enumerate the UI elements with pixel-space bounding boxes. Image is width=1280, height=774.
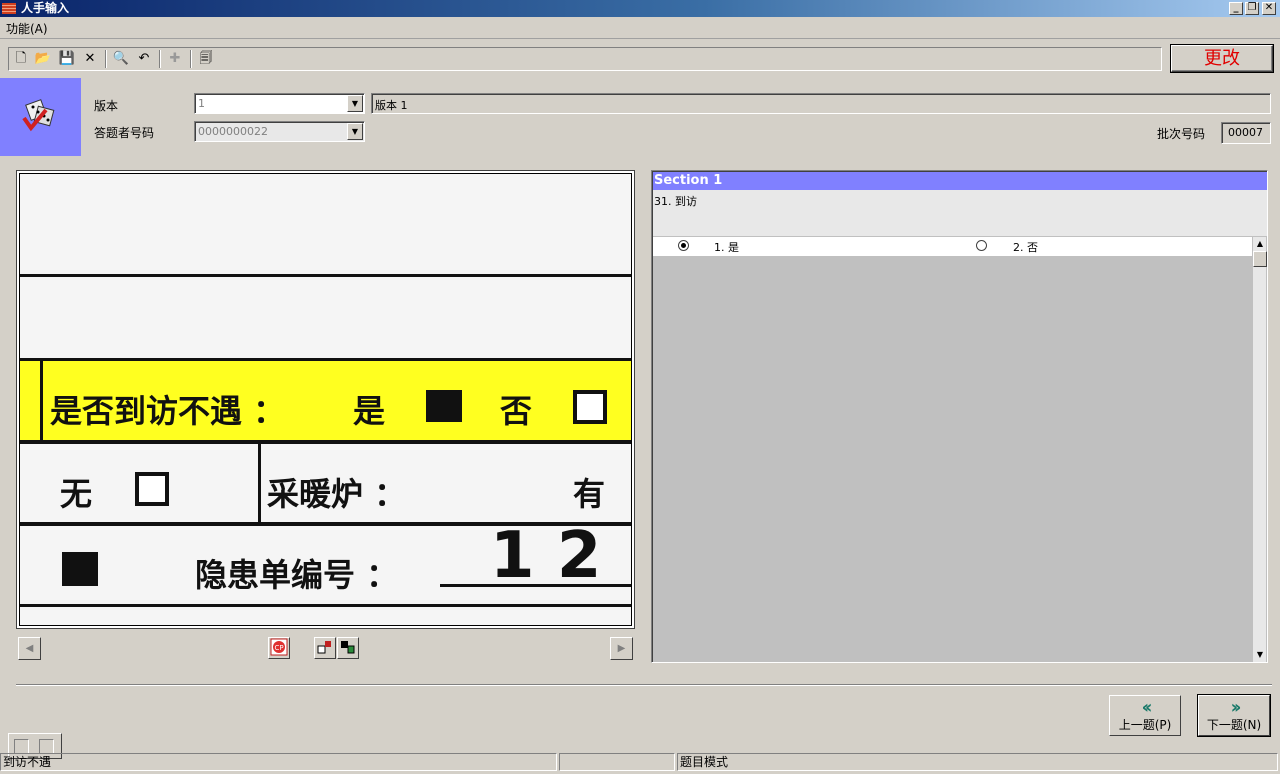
status-middle: [559, 753, 675, 771]
scan-row2-right: 有: [573, 475, 606, 513]
open-folder-icon[interactable]: 📂: [33, 50, 53, 68]
scan-rule: [20, 274, 631, 277]
toolbar-separator: [159, 50, 161, 68]
option-1-label[interactable]: 1. 是: [714, 239, 739, 255]
new-icon[interactable]: 🗋: [11, 50, 31, 68]
scan-image-panel[interactable]: 是否到访不遇 ： 是 否 无 采暖炉 ： 有 隐患单编号 ： 1 2: [16, 170, 635, 629]
version-value: 1: [198, 97, 205, 110]
status-mode: 题目模式: [677, 753, 1278, 771]
version-select[interactable]: 1 ▼: [194, 93, 365, 114]
question-panel: Section 1 31. 到访 1. 是 2. 否 ▲ ▼: [651, 170, 1268, 663]
next-question-button[interactable]: ›› 下一题(N): [1198, 695, 1270, 736]
delete-icon[interactable]: ✕: [80, 50, 100, 68]
dice-check-icon: [22, 99, 55, 132]
option-1-radio[interactable]: [678, 240, 689, 251]
next-label: 下一题(N): [1206, 718, 1262, 732]
scan-row1-text: 是否到访不遇 ：: [50, 392, 286, 430]
option-2-label[interactable]: 2. 否: [1013, 239, 1038, 255]
previous-question-button[interactable]: ‹‹ 上一题(P): [1109, 695, 1181, 736]
scan-empty-box: [135, 472, 169, 506]
change-button[interactable]: 更改: [1171, 45, 1273, 72]
vertical-scrollbar[interactable]: ▲ ▼: [1252, 237, 1267, 662]
version-label: 版本: [94, 99, 119, 113]
scan-image: 是否到访不遇 ： 是 否 无 采暖炉 ： 有 隐患单编号 ： 1 2: [19, 173, 632, 626]
svg-text:CP: CP: [274, 644, 283, 652]
rotate-left-graphic: [317, 641, 331, 654]
scan-yes-text: 是: [353, 392, 386, 430]
respondent-value: 0000000022: [198, 125, 268, 138]
logo: [0, 78, 81, 156]
scan-underline: [440, 584, 631, 587]
version-description: 版本 1: [371, 93, 1271, 114]
question-text: 31. 到访: [653, 190, 1267, 236]
scan-filled-box: [426, 390, 462, 422]
restore-button[interactable]: ❐: [1245, 2, 1259, 15]
title-bar: 人手输入 _ ❐ ✕: [0, 0, 1280, 17]
section-header: Section 1: [653, 172, 1267, 190]
scan-row2-left: 无: [60, 475, 93, 513]
menu-function[interactable]: 功能(A): [6, 20, 48, 37]
preview-icon[interactable]: 🗐: [196, 50, 216, 68]
double-chevron-right-icon: ››: [1230, 697, 1242, 718]
scan-row3-text: 隐患单编号 ：: [195, 556, 399, 594]
chevron-down-icon[interactable]: ▼: [347, 95, 363, 112]
batch-number-field: 00007: [1221, 122, 1271, 144]
respondent-select[interactable]: 0000000022 ▼: [194, 121, 365, 142]
respondent-label: 答题者号码: [94, 126, 155, 140]
undo-icon[interactable]: ↶: [134, 50, 154, 68]
window-title: 人手输入: [21, 1, 70, 15]
toolbar: 🗋 📂 💾 ✕ 🔍 ↶ ✚ 🗐: [8, 47, 1162, 71]
rotate-right-graphic: [341, 641, 355, 654]
view-button-2[interactable]: [39, 739, 54, 754]
add-icon[interactable]: ✚: [165, 50, 185, 68]
menu-bar: 功能(A): [0, 17, 1280, 39]
scan-empty-box: [573, 390, 607, 424]
divider: [16, 684, 1272, 686]
scroll-up-icon[interactable]: ▲: [1253, 237, 1267, 251]
scroll-thumb[interactable]: [1253, 251, 1267, 267]
toolbar-separator: [190, 50, 192, 68]
scan-rule: [40, 361, 43, 441]
rotate-left-icon[interactable]: [314, 637, 336, 659]
header-form: 版本 1 ▼ 版本 1 答题者号码 0000000022 ▼ 批次号码 0000…: [0, 78, 1280, 156]
app-icon: [2, 3, 16, 14]
scan-handwriting: 1 2: [490, 519, 602, 593]
scan-rule: [258, 444, 261, 522]
scroll-down-icon[interactable]: ▼: [1253, 648, 1267, 662]
scroll-right-button[interactable]: ▶: [610, 637, 633, 660]
view-button-1[interactable]: [14, 739, 29, 754]
toolbar-separator: [105, 50, 107, 68]
minimize-button[interactable]: _: [1229, 2, 1243, 15]
options-row: 1. 是 2. 否: [653, 237, 1254, 256]
scan-row2-mid: 采暖炉 ：: [267, 475, 407, 513]
chevron-down-icon[interactable]: ▼: [347, 123, 363, 140]
cp-icon-graphic: CP: [270, 638, 288, 656]
rotate-right-icon[interactable]: [337, 637, 359, 659]
scan-rule: [20, 440, 631, 444]
previous-label: 上一题(P): [1118, 718, 1172, 732]
status-left: 到访不遇: [0, 753, 557, 771]
option-2-radio[interactable]: [976, 240, 987, 251]
scan-rule: [20, 604, 631, 607]
close-button[interactable]: ✕: [1262, 2, 1276, 15]
version-desc-text: 版本 1: [375, 99, 408, 112]
batch-label: 批次号码: [1157, 127, 1206, 141]
scan-no-text: 否: [500, 392, 533, 430]
save-icon[interactable]: 💾: [57, 50, 77, 68]
status-bar: 到访不遇 题目模式: [0, 753, 1280, 774]
double-chevron-left-icon: ‹‹: [1141, 697, 1153, 718]
scroll-left-button[interactable]: ◀: [18, 637, 41, 660]
batch-value: 00007: [1228, 126, 1263, 139]
scan-filled-box: [62, 552, 98, 586]
cp-icon[interactable]: CP: [268, 637, 290, 659]
binoculars-find-icon[interactable]: 🔍: [111, 50, 131, 68]
